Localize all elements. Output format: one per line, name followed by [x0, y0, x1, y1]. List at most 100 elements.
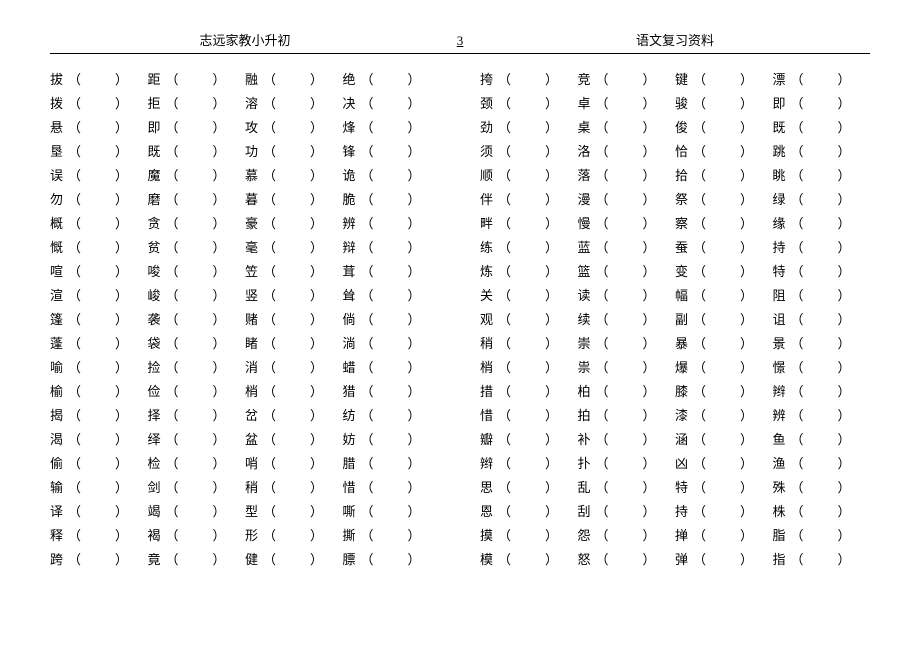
hanzi: 祟: [578, 356, 594, 380]
hanzi: 偷: [50, 452, 66, 476]
char-row: 渴（）绎（）盆（）妨（）: [50, 428, 440, 452]
paren-close: ）: [115, 452, 128, 476]
paren-close: ）: [643, 68, 656, 92]
char-cell: 缘（）: [773, 212, 871, 236]
paren-close: ）: [740, 212, 753, 236]
hanzi: 倘: [343, 308, 359, 332]
paren-close: ）: [115, 308, 128, 332]
hanzi: 眺: [773, 164, 789, 188]
hanzi: 补: [578, 428, 594, 452]
paren-close: ）: [115, 188, 128, 212]
paren-open: （: [263, 428, 276, 452]
hanzi: 岔: [245, 404, 261, 428]
paren-close: ）: [643, 164, 656, 188]
paren-close: ）: [838, 428, 851, 452]
char-cell: 俭（）: [148, 380, 246, 404]
paren-close: ）: [310, 428, 323, 452]
char-row: 劲（）桌（）俊（）既（）: [480, 116, 870, 140]
hanzi: 思: [480, 476, 496, 500]
paren-close: ）: [838, 236, 851, 260]
paren-open: （: [596, 524, 609, 548]
paren-close: ）: [408, 140, 421, 164]
paren-open: （: [693, 116, 706, 140]
hanzi: 模: [480, 548, 496, 572]
hanzi: 输: [50, 476, 66, 500]
paren-close: ）: [115, 116, 128, 140]
hanzi: 辨: [343, 212, 359, 236]
paren-close: ）: [740, 164, 753, 188]
paren-open: （: [596, 452, 609, 476]
paren-close: ）: [310, 92, 323, 116]
char-cell: 嘶（）: [343, 500, 441, 524]
paren-open: （: [263, 116, 276, 140]
char-cell: 俊（）: [675, 116, 773, 140]
char-cell: 辨（）: [773, 404, 871, 428]
hanzi: 喻: [50, 356, 66, 380]
paren-open: （: [596, 236, 609, 260]
paren-open: （: [166, 68, 179, 92]
hanzi: 辫: [773, 380, 789, 404]
paren-open: （: [498, 164, 511, 188]
char-row: 措（）柏（）膝（）辫（）: [480, 380, 870, 404]
char-cell: 观（）: [480, 308, 578, 332]
paren-close: ）: [213, 68, 226, 92]
paren-open: （: [791, 524, 804, 548]
paren-close: ）: [838, 380, 851, 404]
paren-close: ）: [545, 212, 558, 236]
hanzi: 拔: [50, 68, 66, 92]
char-cell: 锋（）: [343, 140, 441, 164]
paren-close: ）: [213, 380, 226, 404]
hanzi: 决: [343, 92, 359, 116]
char-cell: 形（）: [245, 524, 343, 548]
char-cell: 妨（）: [343, 428, 441, 452]
paren-open: （: [68, 284, 81, 308]
paren-close: ）: [545, 188, 558, 212]
char-cell: 消（）: [245, 356, 343, 380]
paren-open: （: [361, 452, 374, 476]
paren-open: （: [596, 140, 609, 164]
paren-close: ）: [545, 284, 558, 308]
hanzi: 缘: [773, 212, 789, 236]
paren-close: ）: [408, 476, 421, 500]
char-cell: 释（）: [50, 524, 148, 548]
paren-close: ）: [838, 332, 851, 356]
paren-close: ）: [545, 380, 558, 404]
hanzi: 揭: [50, 404, 66, 428]
hanzi: 憬: [773, 356, 789, 380]
char-cell: 恩（）: [480, 500, 578, 524]
paren-close: ）: [408, 68, 421, 92]
paren-open: （: [596, 260, 609, 284]
paren-open: （: [596, 380, 609, 404]
paren-close: ）: [740, 380, 753, 404]
paren-close: ）: [643, 476, 656, 500]
paren-open: （: [596, 548, 609, 572]
char-row: 揭（）择（）岔（）纺（）: [50, 404, 440, 428]
paren-open: （: [68, 452, 81, 476]
paren-open: （: [68, 524, 81, 548]
header-page-number: 3: [440, 33, 480, 49]
char-cell: 关（）: [480, 284, 578, 308]
paren-open: （: [791, 332, 804, 356]
char-row: 颈（）卓（）骏（）即（）: [480, 92, 870, 116]
hanzi: 盆: [245, 428, 261, 452]
paren-open: （: [498, 356, 511, 380]
char-row: 渲（）峻（）竖（）耸（）: [50, 284, 440, 308]
hanzi: 脂: [773, 524, 789, 548]
hanzi: 察: [675, 212, 691, 236]
hanzi: 爆: [675, 356, 691, 380]
paren-open: （: [693, 164, 706, 188]
char-cell: 指（）: [773, 548, 871, 572]
char-cell: 惜（）: [343, 476, 441, 500]
paren-close: ）: [545, 452, 558, 476]
char-cell: 思（）: [480, 476, 578, 500]
paren-open: （: [693, 236, 706, 260]
paren-open: （: [361, 92, 374, 116]
hanzi: 悬: [50, 116, 66, 140]
char-cell: 蜡（）: [343, 356, 441, 380]
hanzi: 榆: [50, 380, 66, 404]
paren-open: （: [263, 284, 276, 308]
char-cell: 涵（）: [675, 428, 773, 452]
paren-close: ）: [740, 332, 753, 356]
paren-close: ）: [115, 548, 128, 572]
hanzi: 暴: [675, 332, 691, 356]
